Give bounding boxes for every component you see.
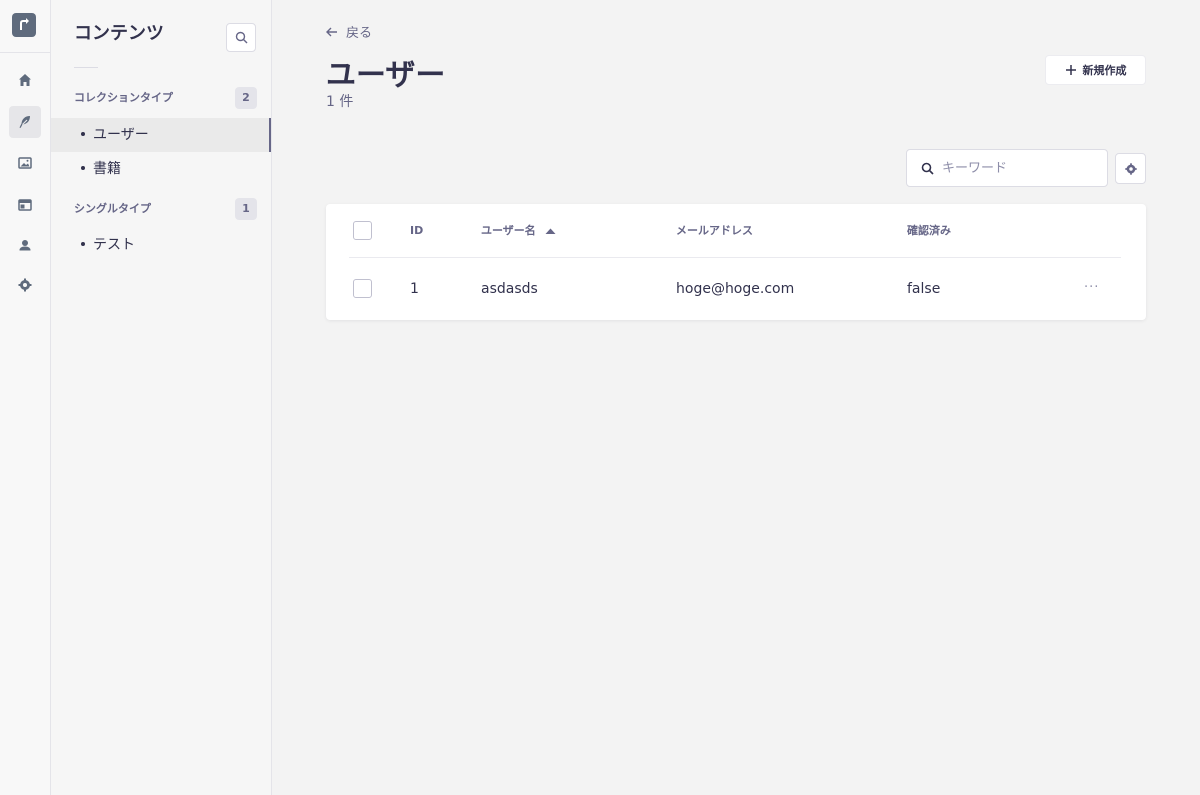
subnav-divider <box>74 67 98 68</box>
column-header-id[interactable]: ID <box>410 224 423 238</box>
images-icon <box>18 157 32 169</box>
home-icon <box>19 74 31 86</box>
settings-icon <box>18 278 32 292</box>
content-subnav: コンテンツ コレクションタイプ 2 ユーザー 書籍 シングルタイプ 1 テスト <box>51 0 272 795</box>
cell-id: 1 <box>410 281 419 297</box>
search-input[interactable] <box>942 160 1092 176</box>
table-settings-button[interactable] <box>1115 153 1146 184</box>
rail-users-button[interactable] <box>9 229 41 261</box>
column-header-username[interactable]: ユーザー名 <box>481 224 556 238</box>
rail-media-library-button[interactable] <box>9 147 41 179</box>
section-label: コレクションタイプ <box>74 91 173 104</box>
rail-settings-button[interactable] <box>9 269 41 301</box>
row-actions-menu-icon[interactable]: ··· <box>1084 280 1099 295</box>
subnav-search-button[interactable] <box>226 23 256 52</box>
sidebar-item-label: 書籍 <box>93 161 121 177</box>
arrow-left-icon <box>326 27 337 36</box>
section-count-badge: 2 <box>235 87 257 109</box>
cell-confirmed: false <box>907 281 941 297</box>
bullet <box>81 132 85 136</box>
sidebar-item-label: ユーザー <box>93 127 149 143</box>
create-new-entry-button[interactable]: 新規作成 <box>1045 55 1146 85</box>
bullet <box>81 166 85 170</box>
logo-icon <box>20 18 29 30</box>
sidebar-item-users[interactable]: ユーザー <box>51 118 271 152</box>
feather-icon <box>19 116 30 128</box>
back-link[interactable]: 戻る <box>326 22 372 41</box>
caret-up-icon <box>545 228 556 234</box>
cell-email: hoge@hoge.com <box>676 281 795 297</box>
rail-home-button[interactable] <box>9 64 41 96</box>
column-header-label: ユーザー名 <box>481 224 536 237</box>
search-field[interactable] <box>906 149 1108 187</box>
create-label: 新規作成 <box>1082 65 1127 77</box>
gear-icon <box>1124 162 1137 175</box>
sidebar-item-books[interactable]: 書籍 <box>51 152 271 186</box>
main-nav-rail <box>0 0 51 795</box>
subnav-title: コンテンツ <box>74 23 164 44</box>
rail-content-type-builder-button[interactable] <box>9 189 41 221</box>
section-single-types[interactable]: シングルタイプ 1 <box>74 198 257 220</box>
back-label: 戻る <box>346 26 373 41</box>
rail-content-manager-button[interactable] <box>9 106 41 138</box>
section-label: シングルタイプ <box>74 202 151 215</box>
cell-username: asdasds <box>481 281 538 297</box>
sidebar-item-test[interactable]: テスト <box>51 228 271 262</box>
app-logo[interactable] <box>12 13 36 37</box>
row-divider <box>349 257 1121 258</box>
page-title: ユーザー <box>326 58 446 93</box>
plus-icon <box>1065 65 1076 75</box>
column-header-email[interactable]: メールアドレス <box>676 224 753 238</box>
entry-count: 1 件 <box>326 94 354 110</box>
user-icon <box>19 240 31 251</box>
search-icon <box>921 162 934 175</box>
column-header-confirmed[interactable]: 確認済み <box>907 224 951 238</box>
sidebar-item-label: テスト <box>93 237 135 253</box>
rail-divider <box>0 52 51 53</box>
entries-table: ID ユーザー名 メールアドレス 確認済み 1 asdasds hoge@hog… <box>326 204 1146 320</box>
section-count-badge: 1 <box>235 198 257 220</box>
bullet <box>81 242 85 246</box>
search-icon <box>235 31 247 44</box>
section-collection-types[interactable]: コレクションタイプ 2 <box>74 87 257 109</box>
select-all-checkbox[interactable] <box>353 221 372 240</box>
layout-icon <box>18 199 32 211</box>
row-checkbox[interactable] <box>353 279 372 298</box>
